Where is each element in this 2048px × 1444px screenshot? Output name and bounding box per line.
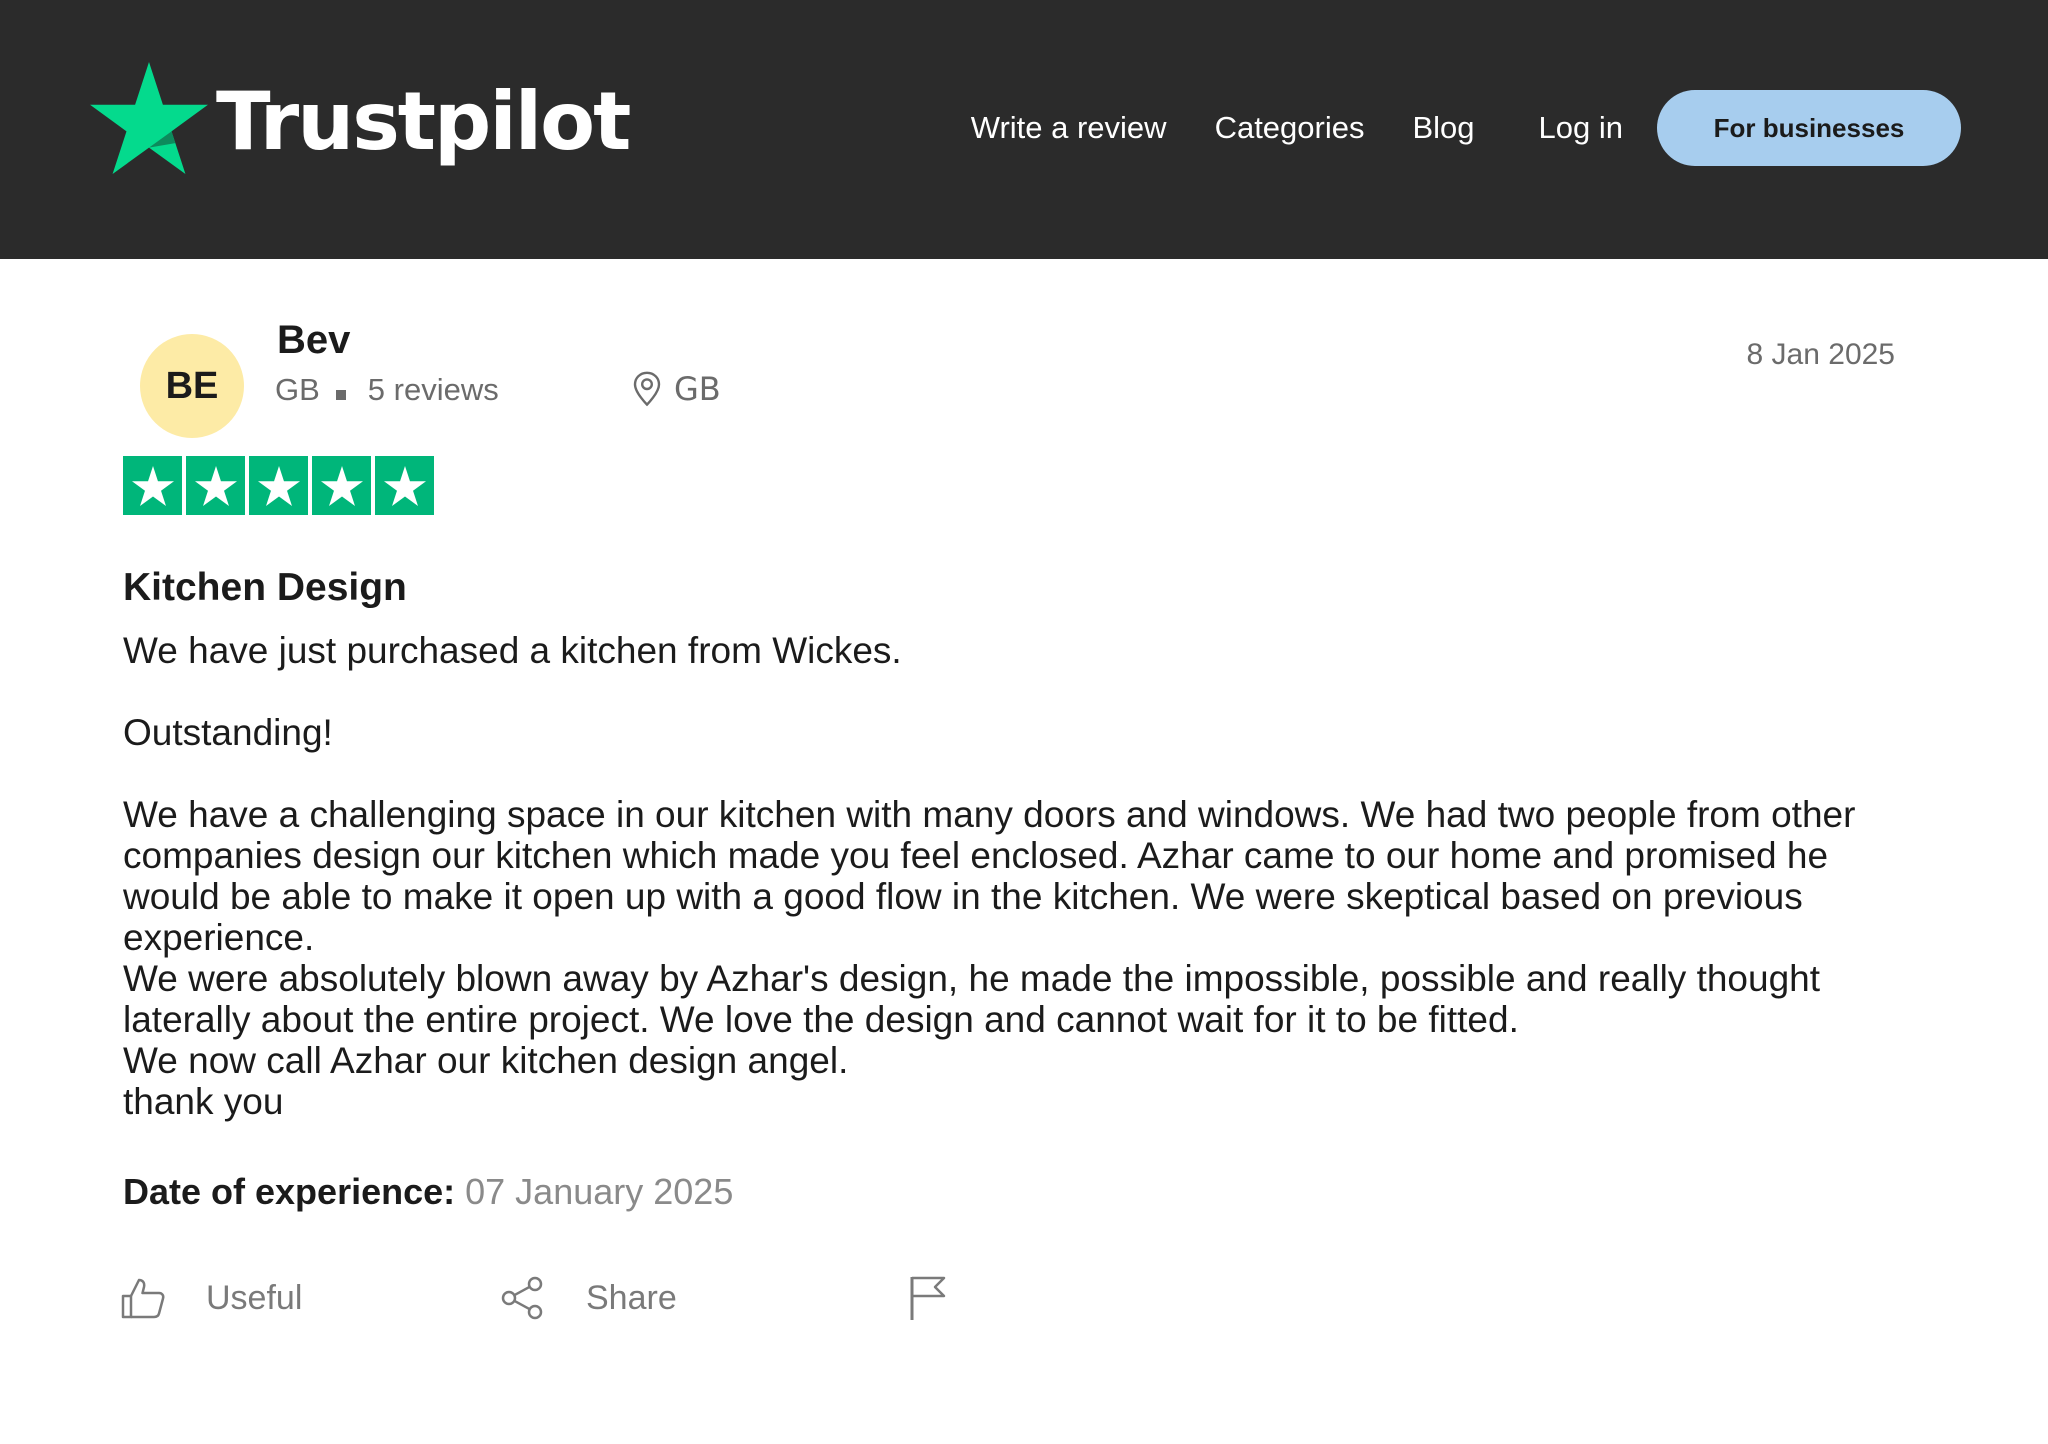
nav-write-review[interactable]: Write a review [971, 110, 1167, 146]
review-paragraph: We now call Azhar our kitchen design ang… [123, 1040, 849, 1081]
rating-star [249, 456, 308, 515]
rating-star [375, 456, 434, 515]
review-body: We have just purchased a kitchen from Wi… [123, 630, 1913, 1122]
rating-star [123, 456, 182, 515]
nav-categories[interactable]: Categories [1215, 110, 1365, 146]
review-paragraph: We were absolutely blown away by Azhar's… [123, 958, 1821, 1040]
reviewer-location: GB [632, 370, 721, 408]
top-navigation-bar: Trustpilot Write a review Categories Blo… [0, 0, 2048, 259]
share-label: Share [586, 1278, 677, 1317]
location-label: GB [674, 370, 721, 408]
review-actions: Useful Share [120, 1268, 980, 1328]
main-nav: Write a review Categories Blog Log in Fo… [971, 90, 1961, 166]
report-button[interactable] [908, 1268, 988, 1328]
star-icon [131, 465, 174, 506]
review-date: 8 Jan 2025 [1746, 338, 1895, 371]
reviewer-name[interactable]: Bev [277, 318, 350, 363]
thumbs-up-icon [121, 1278, 165, 1319]
share-button[interactable]: Share [500, 1268, 677, 1328]
map-pin-icon [633, 371, 661, 407]
rating-star [312, 456, 371, 515]
trustpilot-logo[interactable]: Trustpilot [90, 58, 631, 178]
experience-label: Date of experience: [123, 1171, 456, 1212]
avatar[interactable]: BE [140, 334, 244, 438]
star-icon [194, 465, 237, 506]
star-rating [123, 456, 438, 515]
star-icon [257, 465, 300, 506]
review-title: Kitchen Design [123, 566, 407, 609]
reviewer-meta: GB 5 reviews [275, 372, 499, 408]
review-paragraph: thank you [123, 1081, 284, 1122]
logo-wordmark: Trustpilot [216, 75, 631, 168]
review-paragraph: We have a challenging space in our kitch… [123, 794, 1856, 958]
experience-date: 07 January 2025 [465, 1171, 734, 1212]
nav-log-in[interactable]: Log in [1539, 110, 1623, 146]
useful-button[interactable]: Useful [120, 1268, 302, 1328]
share-icon [501, 1276, 543, 1320]
star-icon [320, 465, 363, 506]
rating-star [186, 456, 245, 515]
review-paragraph: Outstanding! [123, 712, 333, 753]
useful-label: Useful [206, 1278, 303, 1317]
reviewer-country: GB [275, 372, 320, 407]
date-of-experience: Date of experience: 07 January 2025 [123, 1171, 733, 1213]
separator-dot [335, 390, 346, 400]
trustpilot-star-icon [90, 62, 208, 174]
review-count: 5 reviews [367, 372, 499, 407]
flag-icon [910, 1276, 946, 1320]
nav-blog[interactable]: Blog [1412, 110, 1474, 146]
review-paragraph: We have just purchased a kitchen from Wi… [123, 630, 902, 671]
star-icon [383, 465, 426, 506]
for-businesses-button[interactable]: For businesses [1657, 90, 1961, 166]
